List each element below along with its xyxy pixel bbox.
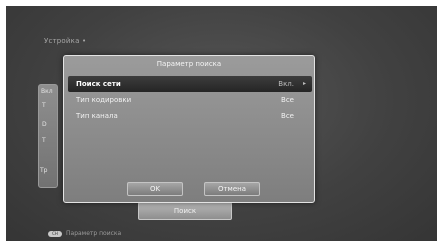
panel-fragment: Т — [42, 137, 46, 144]
row-value: Все — [281, 96, 294, 104]
search-button[interactable]: Поиск — [138, 202, 232, 220]
menu-title: Устрoйкa • — [44, 37, 87, 45]
dialog-title: Параметр поиска — [156, 60, 222, 68]
panel-fragment: Тр — [40, 167, 48, 174]
remote-key-icon: CH — [48, 230, 62, 237]
channel-type-row[interactable]: Тип канала Все — [68, 108, 312, 124]
parameter-list: Поиск сети Вкл. ▸ Тип кодировки Все Тип … — [68, 76, 312, 124]
search-parameters-dialog: Параметр поиска Поиск сети Вкл. ▸ Тип ко… — [63, 55, 315, 203]
network-search-row[interactable]: Поиск сети Вкл. ▸ — [68, 76, 312, 92]
row-label: Тип канала — [76, 112, 118, 120]
encoding-type-row[interactable]: Тип кодировки Все — [68, 92, 312, 108]
row-label: Поиск сети — [76, 80, 121, 88]
ok-button[interactable]: OK — [127, 182, 183, 196]
footer-hint-label: Параметр поиска — [66, 230, 122, 237]
row-label: Тип кодировки — [76, 96, 132, 104]
panel-fragment: D — [42, 121, 47, 128]
tv-screen: Устрoйкa • Вкл Т D Т Тр Поиск CH Парамет… — [6, 6, 437, 241]
panel-fragment: Вкл — [41, 88, 53, 95]
footer-hint: CH Параметр поиска — [48, 230, 121, 237]
chevron-right-icon: ▸ — [302, 80, 306, 87]
row-value: Все — [281, 112, 294, 120]
panel-fragment: Т — [42, 102, 46, 109]
cancel-button[interactable]: Отмена — [204, 182, 260, 196]
row-value: Вкл. — [278, 80, 294, 88]
background-settings-panel: Вкл Т D Т Тр — [38, 84, 58, 188]
